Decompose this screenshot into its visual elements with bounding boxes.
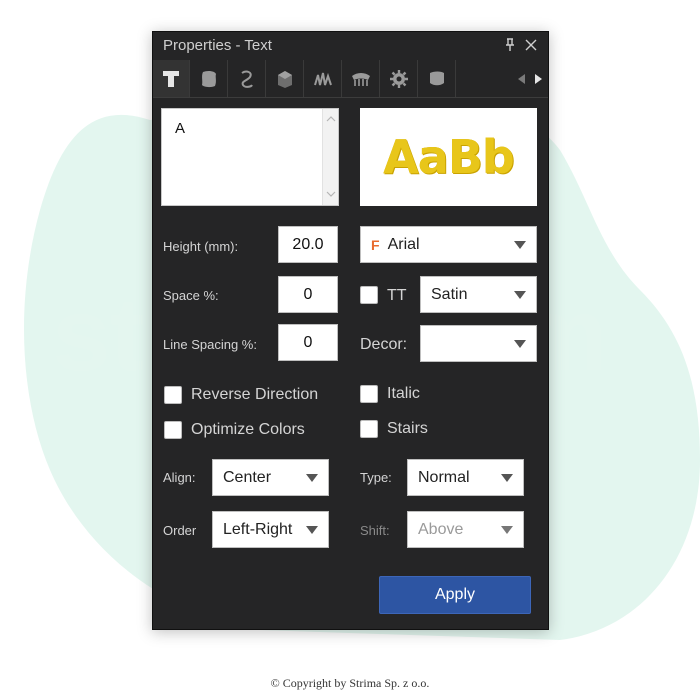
type-select[interactable]: Normal xyxy=(407,459,524,496)
apply-button[interactable]: Apply xyxy=(379,576,531,614)
tab-satin[interactable] xyxy=(229,60,266,97)
align-value: Center xyxy=(223,468,272,486)
chevron-down-icon xyxy=(514,291,526,299)
height-input[interactable]: 20.0 xyxy=(278,226,338,263)
stairs-label: Stairs xyxy=(387,420,428,437)
tt-checkbox[interactable] xyxy=(360,286,378,304)
tab-text[interactable] xyxy=(153,60,190,97)
tab-zigzag[interactable] xyxy=(305,60,342,97)
shift-value: Above xyxy=(418,520,464,538)
order-value: Left-Right xyxy=(223,520,293,538)
text-input-value: A xyxy=(175,120,186,137)
tab-pattern[interactable] xyxy=(419,60,456,97)
3d-box-icon xyxy=(278,70,292,88)
order-label: Order xyxy=(163,523,197,538)
type-value: Normal xyxy=(418,468,470,486)
reverse-direction-label: Reverse Direction xyxy=(191,386,319,403)
stairs-checkbox[interactable] xyxy=(360,420,378,438)
tab-scroll xyxy=(518,60,542,97)
scroll-down-icon[interactable] xyxy=(326,190,336,198)
chevron-left-icon[interactable] xyxy=(518,73,526,84)
tt-label: TT xyxy=(387,287,407,304)
applique-icon xyxy=(352,72,370,86)
tab-applique[interactable] xyxy=(343,60,380,97)
copyright-footer: © Copyright by Strima Sp. z o.o. xyxy=(270,676,430,690)
tab-3d[interactable] xyxy=(267,60,304,97)
preview-text: AaBb xyxy=(383,130,515,184)
tool-tabs xyxy=(153,60,548,98)
pattern-icon xyxy=(430,71,444,85)
type-label: Type: xyxy=(360,470,392,485)
scroll-up-icon[interactable] xyxy=(326,115,336,123)
height-label: Height (mm): xyxy=(163,239,239,254)
decor-label: Decor: xyxy=(360,336,408,353)
tab-settings[interactable] xyxy=(381,60,418,97)
shift-label: Shift: xyxy=(360,523,390,538)
optimize-colors-checkbox[interactable] xyxy=(164,421,182,439)
line-spacing-input[interactable]: 0 xyxy=(278,324,338,361)
decor-select[interactable] xyxy=(420,325,537,362)
font-type-icon: F xyxy=(371,236,380,253)
align-label: Align: xyxy=(163,470,196,485)
text-scrollbar[interactable] xyxy=(322,109,338,205)
chevron-down-icon xyxy=(306,526,318,534)
line-spacing-label: Line Spacing %: xyxy=(163,337,257,352)
zigzag-stitch-icon xyxy=(314,72,332,85)
tab-fill[interactable] xyxy=(191,60,228,97)
space-label: Space %: xyxy=(163,288,219,303)
font-select-value: Arial xyxy=(387,235,420,253)
font-select[interactable]: F Arial xyxy=(360,226,537,263)
chevron-down-icon xyxy=(501,526,513,534)
text-input[interactable]: A xyxy=(161,108,339,206)
chevron-down-icon xyxy=(514,241,526,249)
window-title: Properties - Text xyxy=(163,37,272,54)
chevron-right-icon[interactable] xyxy=(534,73,542,84)
pin-icon[interactable] xyxy=(503,37,517,53)
stitch-type-select[interactable]: Satin xyxy=(420,276,537,313)
reverse-direction-checkbox[interactable] xyxy=(164,386,182,404)
chevron-down-icon xyxy=(306,474,318,482)
shift-select[interactable]: Above xyxy=(407,511,524,548)
close-icon[interactable] xyxy=(524,37,538,53)
order-select[interactable]: Left-Right xyxy=(212,511,329,548)
fill-shape-icon xyxy=(202,70,216,87)
title-bar: Properties - Text xyxy=(153,32,548,59)
properties-panel: Properties - Text A AaBb Height (mm): 20… xyxy=(152,31,549,630)
chevron-down-icon xyxy=(514,340,526,348)
satin-stroke-icon xyxy=(241,70,253,88)
space-input[interactable]: 0 xyxy=(278,276,338,313)
italic-label: Italic xyxy=(387,385,420,402)
font-preview: AaBb xyxy=(360,108,537,206)
align-select[interactable]: Center xyxy=(212,459,329,496)
optimize-colors-label: Optimize Colors xyxy=(191,421,305,438)
settings-gear-icon xyxy=(390,69,408,88)
chevron-down-icon xyxy=(501,474,513,482)
text-T-icon xyxy=(163,70,179,87)
stitch-type-value: Satin xyxy=(431,285,468,303)
italic-checkbox[interactable] xyxy=(360,385,378,403)
